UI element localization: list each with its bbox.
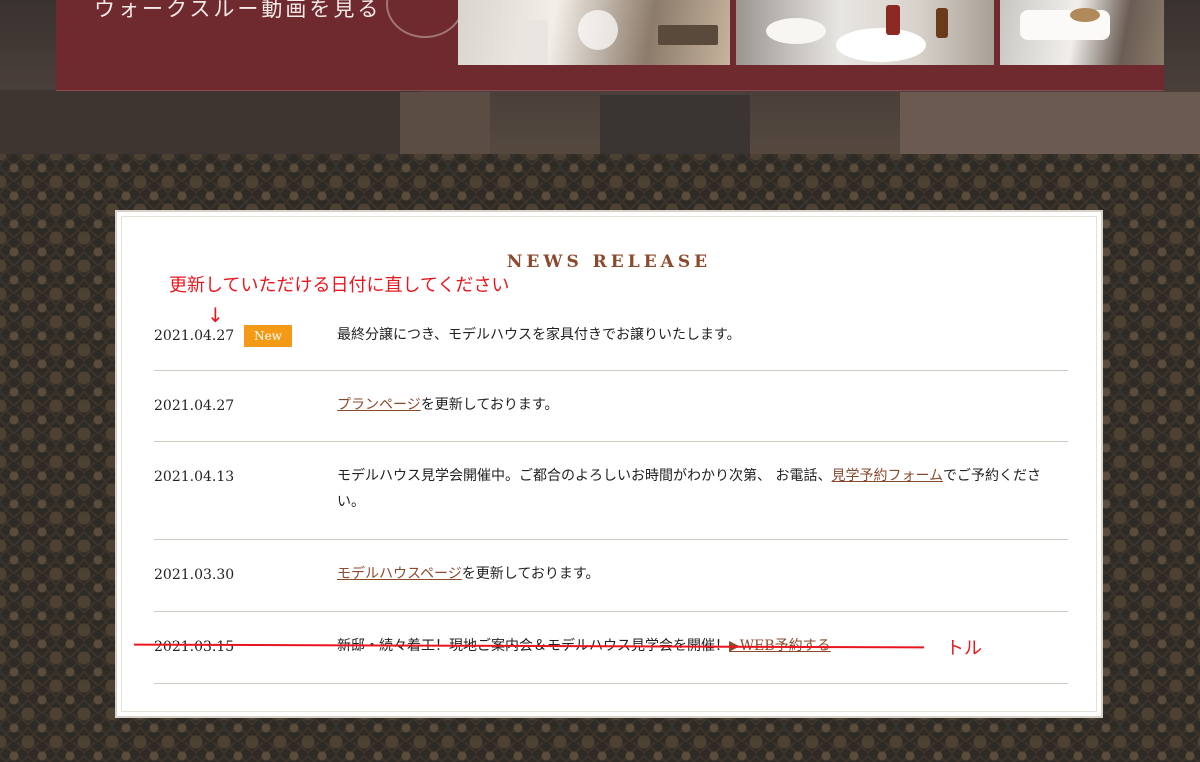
news-text: モデルハウスページを更新しております。 — [337, 561, 1067, 587]
news-item: 2021.03.15 新邸・続々着工！現地ご案内会＆モデルハウス見学会を開催！▶… — [154, 611, 1068, 684]
news-item: 2021.04.27 プランページを更新しております。 — [154, 370, 1068, 442]
news-text: プランページを更新しております。 — [337, 392, 1067, 418]
hero-background — [600, 95, 750, 154]
news-text-suffix: を更新しております。 — [461, 566, 600, 582]
news-item: 2021.03.30 モデルハウスページを更新しております。 — [154, 539, 1068, 612]
news-text-suffix: を更新しております。 — [420, 397, 559, 413]
news-text: 最終分譲につき、モデルハウスを家具付きでお譲りいたします。 — [337, 327, 741, 343]
table-setting-thumbnail[interactable] — [736, 0, 994, 65]
dining-room-thumbnail[interactable] — [458, 0, 730, 65]
bathroom-thumbnail[interactable] — [1000, 0, 1164, 65]
hero-background — [900, 92, 1200, 154]
walkthrough-video-label[interactable]: ウォークスルー動画を見る — [94, 0, 381, 24]
walkthrough-video-card[interactable]: ウォークスルー動画を見る — [56, 0, 1164, 91]
news-item: 2021.04.13 モデルハウス見学会開催中。ご都合のよろしいお時間がわかり次… — [154, 441, 1068, 540]
news-item: 2021.04.27 New 最終分譲につき、モデルハウスを家具付きでお譲りいた… — [154, 316, 1068, 371]
news-date: 2021.04.27 — [154, 328, 235, 344]
news-date: 2021.03.30 — [154, 567, 235, 583]
visit-reservation-form-link[interactable]: 見学予約フォーム — [831, 468, 943, 484]
news-date: 2021.03.15 — [154, 639, 235, 655]
play-ring-icon — [386, 0, 464, 38]
model-house-page-link[interactable]: モデルハウスページ — [337, 566, 462, 582]
plan-page-link[interactable]: プランページ — [337, 397, 421, 413]
remove-annotation: トル — [946, 638, 982, 659]
down-arrow-icon: ↓ — [207, 303, 224, 327]
news-text-suffix: でご予約ください。 — [337, 468, 1042, 510]
date-fix-annotation: 更新していただける日付に直してください — [169, 275, 510, 296]
news-date: 2021.04.13 — [154, 469, 235, 485]
hero-background — [400, 92, 490, 154]
new-badge: New — [244, 325, 292, 347]
news-text-prefix: モデルハウス見学会開催中。ご都合のよろしいお時間がわかり次第、 お電話、 — [337, 468, 832, 484]
news-date: 2021.04.27 — [154, 398, 235, 414]
news-release-title: NEWS RELEASE — [506, 252, 712, 272]
hero-background — [0, 90, 420, 154]
news-text: モデルハウス見学会開催中。ご都合のよろしいお時間がわかり次第、 お電話、見学予約… — [337, 463, 1067, 515]
hero-section: ウォークスルー動画を見る — [0, 0, 1200, 154]
